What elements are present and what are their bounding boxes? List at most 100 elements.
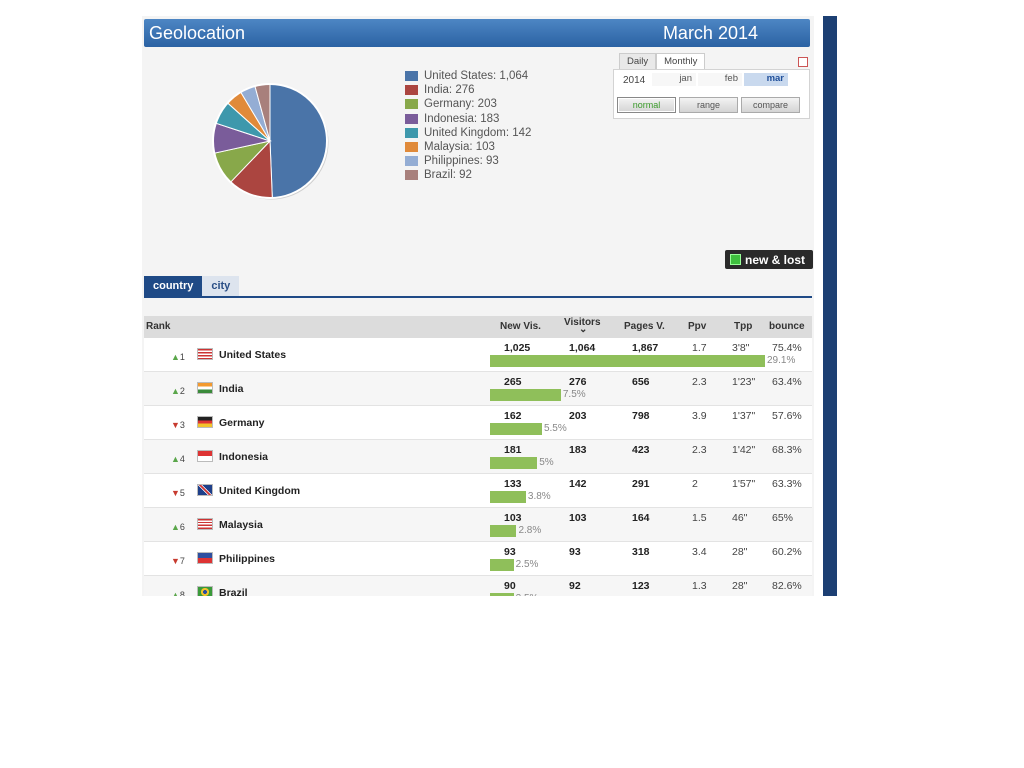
share-percent: 5%	[539, 457, 554, 468]
sort-chevron-icon[interactable]: ⌄	[579, 324, 587, 335]
tab-daily[interactable]: Daily	[619, 53, 657, 69]
us-flag-icon	[197, 348, 213, 360]
trend-up-icon: ▲	[171, 352, 180, 362]
bounce-cell: 63.4%	[772, 376, 802, 388]
month-feb[interactable]: feb	[698, 73, 742, 86]
pie-svg	[212, 83, 329, 200]
header-new-vis[interactable]: New Vis.	[500, 321, 541, 332]
pages-cell: 798	[632, 410, 650, 422]
calendar-icon[interactable]	[798, 57, 808, 67]
pages-cell: 164	[632, 512, 650, 524]
pages-cell: 423	[632, 444, 650, 456]
share-percent: 2.5%	[516, 593, 539, 596]
month-mar[interactable]: mar	[744, 73, 788, 86]
header-rank[interactable]: Rank	[146, 321, 170, 332]
legend-label: United States: 1,064	[424, 70, 529, 83]
header-tpp[interactable]: Tpp	[734, 321, 752, 332]
malaysia-flag-icon	[197, 518, 213, 530]
germany-flag-icon	[197, 416, 213, 428]
year-label[interactable]: 2014	[623, 75, 645, 86]
philippines-flag-icon	[197, 552, 213, 564]
country-name[interactable]: Indonesia	[219, 451, 268, 463]
ppv-cell: 1.5	[692, 512, 707, 524]
visitors-cell: 276	[569, 376, 587, 388]
share-bar	[490, 389, 561, 401]
tab-city[interactable]: city	[202, 276, 240, 297]
bounce-cell: 75.4%	[772, 342, 802, 354]
table-row[interactable]: ▲4 Indonesia 181 183 423 2.3 1'42" 68.3%…	[144, 440, 812, 474]
india-flag-icon	[197, 382, 213, 394]
compare-button[interactable]: compare	[741, 97, 800, 113]
table-row[interactable]: ▼7 Philippines 93 93 318 3.4 28" 60.2% 2…	[144, 542, 812, 576]
share-bar	[490, 593, 514, 596]
country-name[interactable]: United Kingdom	[219, 485, 300, 497]
legend-item[interactable]: Philippines: 93	[405, 154, 531, 168]
visitors-cell: 103	[569, 512, 587, 524]
country-name[interactable]: United States	[219, 349, 286, 361]
visitors-cell: 183	[569, 444, 587, 456]
country-name[interactable]: Germany	[219, 417, 265, 429]
legend-item[interactable]: Indonesia: 183	[405, 112, 531, 126]
rank-cell: ▲6	[171, 522, 185, 532]
tpp-cell: 28"	[732, 580, 748, 592]
pie-chart	[210, 81, 330, 206]
legend-swatch	[405, 170, 418, 181]
new-visitors-cell: 265	[504, 376, 522, 388]
header-pages[interactable]: Pages V.	[624, 321, 665, 332]
legend-swatch	[405, 99, 418, 110]
trend-up-icon: ▲	[171, 386, 180, 396]
month-jan[interactable]: jan	[652, 73, 696, 86]
legend-item[interactable]: Brazil: 92	[405, 168, 531, 182]
table-row[interactable]: ▲6 Malaysia 103 103 164 1.5 46" 65% 2.8%	[144, 508, 812, 542]
new-lost-label: new & lost	[745, 252, 806, 267]
table-row[interactable]: ▲2 India 265 276 656 2.3 1'23" 63.4% 7.5…	[144, 372, 812, 406]
pie-legend: United States: 1,064 India: 276 Germany: 2…	[405, 69, 531, 183]
legend-label: Philippines: 93	[424, 155, 499, 168]
country-name[interactable]: India	[219, 383, 244, 395]
uk-flag-icon	[197, 484, 213, 496]
ppv-cell: 2	[692, 478, 698, 490]
rank-cell: ▲1	[171, 352, 185, 362]
table-row[interactable]: ▼5 United Kingdom 133 142 291 2 1'57" 63…	[144, 474, 812, 508]
new-lost-button[interactable]: new & lost	[725, 250, 813, 269]
share-bar	[490, 525, 517, 537]
period-label: March 2014	[662, 23, 758, 43]
tab-monthly[interactable]: Monthly	[656, 53, 706, 69]
normal-button[interactable]: normal	[617, 97, 676, 113]
table-row[interactable]: ▲8 Brazil 90 92 123 1.3 28" 82.6% 2.5%	[144, 576, 812, 596]
pie-slice-united-states[interactable]	[269, 83, 328, 199]
country-name[interactable]: Philippines	[219, 553, 275, 565]
share-percent: 2.8%	[518, 525, 542, 536]
share-bar	[490, 559, 514, 571]
panel-header: Geolocation March 2014	[144, 19, 810, 47]
rank-number: 8	[179, 590, 185, 596]
header-ppv[interactable]: Ppv	[688, 321, 706, 332]
table-row[interactable]: ▲1 United States 1,025 1,064 1,867 1.7 3…	[144, 338, 812, 372]
rank-cell: ▲2	[171, 386, 185, 396]
country-name[interactable]: Malaysia	[219, 519, 263, 531]
header-bounce[interactable]: bounce	[769, 321, 805, 332]
share-percent: 29.1%	[767, 355, 796, 366]
rank-cell: ▼7	[171, 556, 185, 566]
trend-up-icon: ▲	[171, 590, 180, 596]
country-name[interactable]: Brazil	[219, 587, 248, 596]
visitors-cell: 1,064	[569, 342, 596, 354]
pages-cell: 656	[632, 376, 650, 388]
new-visitors-cell: 133	[504, 478, 522, 490]
rank-number: 4	[179, 454, 185, 464]
legend-item[interactable]: United Kingdom: 142	[405, 126, 531, 140]
legend-item[interactable]: Malaysia: 103	[405, 140, 531, 154]
legend-item[interactable]: United States: 1,064	[405, 69, 531, 83]
share-bar	[490, 457, 538, 469]
legend-swatch	[405, 142, 418, 153]
tab-country[interactable]: country	[144, 276, 203, 297]
share-bar	[490, 355, 765, 367]
range-button[interactable]: range	[679, 97, 738, 113]
table-header: Rank New Vis. Visitors ⌄ Pages V. Ppv Tp…	[144, 316, 812, 338]
table-row[interactable]: ▼3 Germany 162 203 798 3.9 1'37" 57.6% 5…	[144, 406, 812, 440]
bounce-cell: 82.6%	[772, 580, 802, 592]
table-body: ▲1 United States 1,025 1,064 1,867 1.7 3…	[144, 338, 812, 596]
legend-item[interactable]: Germany: 203	[405, 97, 531, 111]
legend-item[interactable]: India: 276	[405, 83, 531, 97]
bounce-cell: 57.6%	[772, 410, 802, 422]
